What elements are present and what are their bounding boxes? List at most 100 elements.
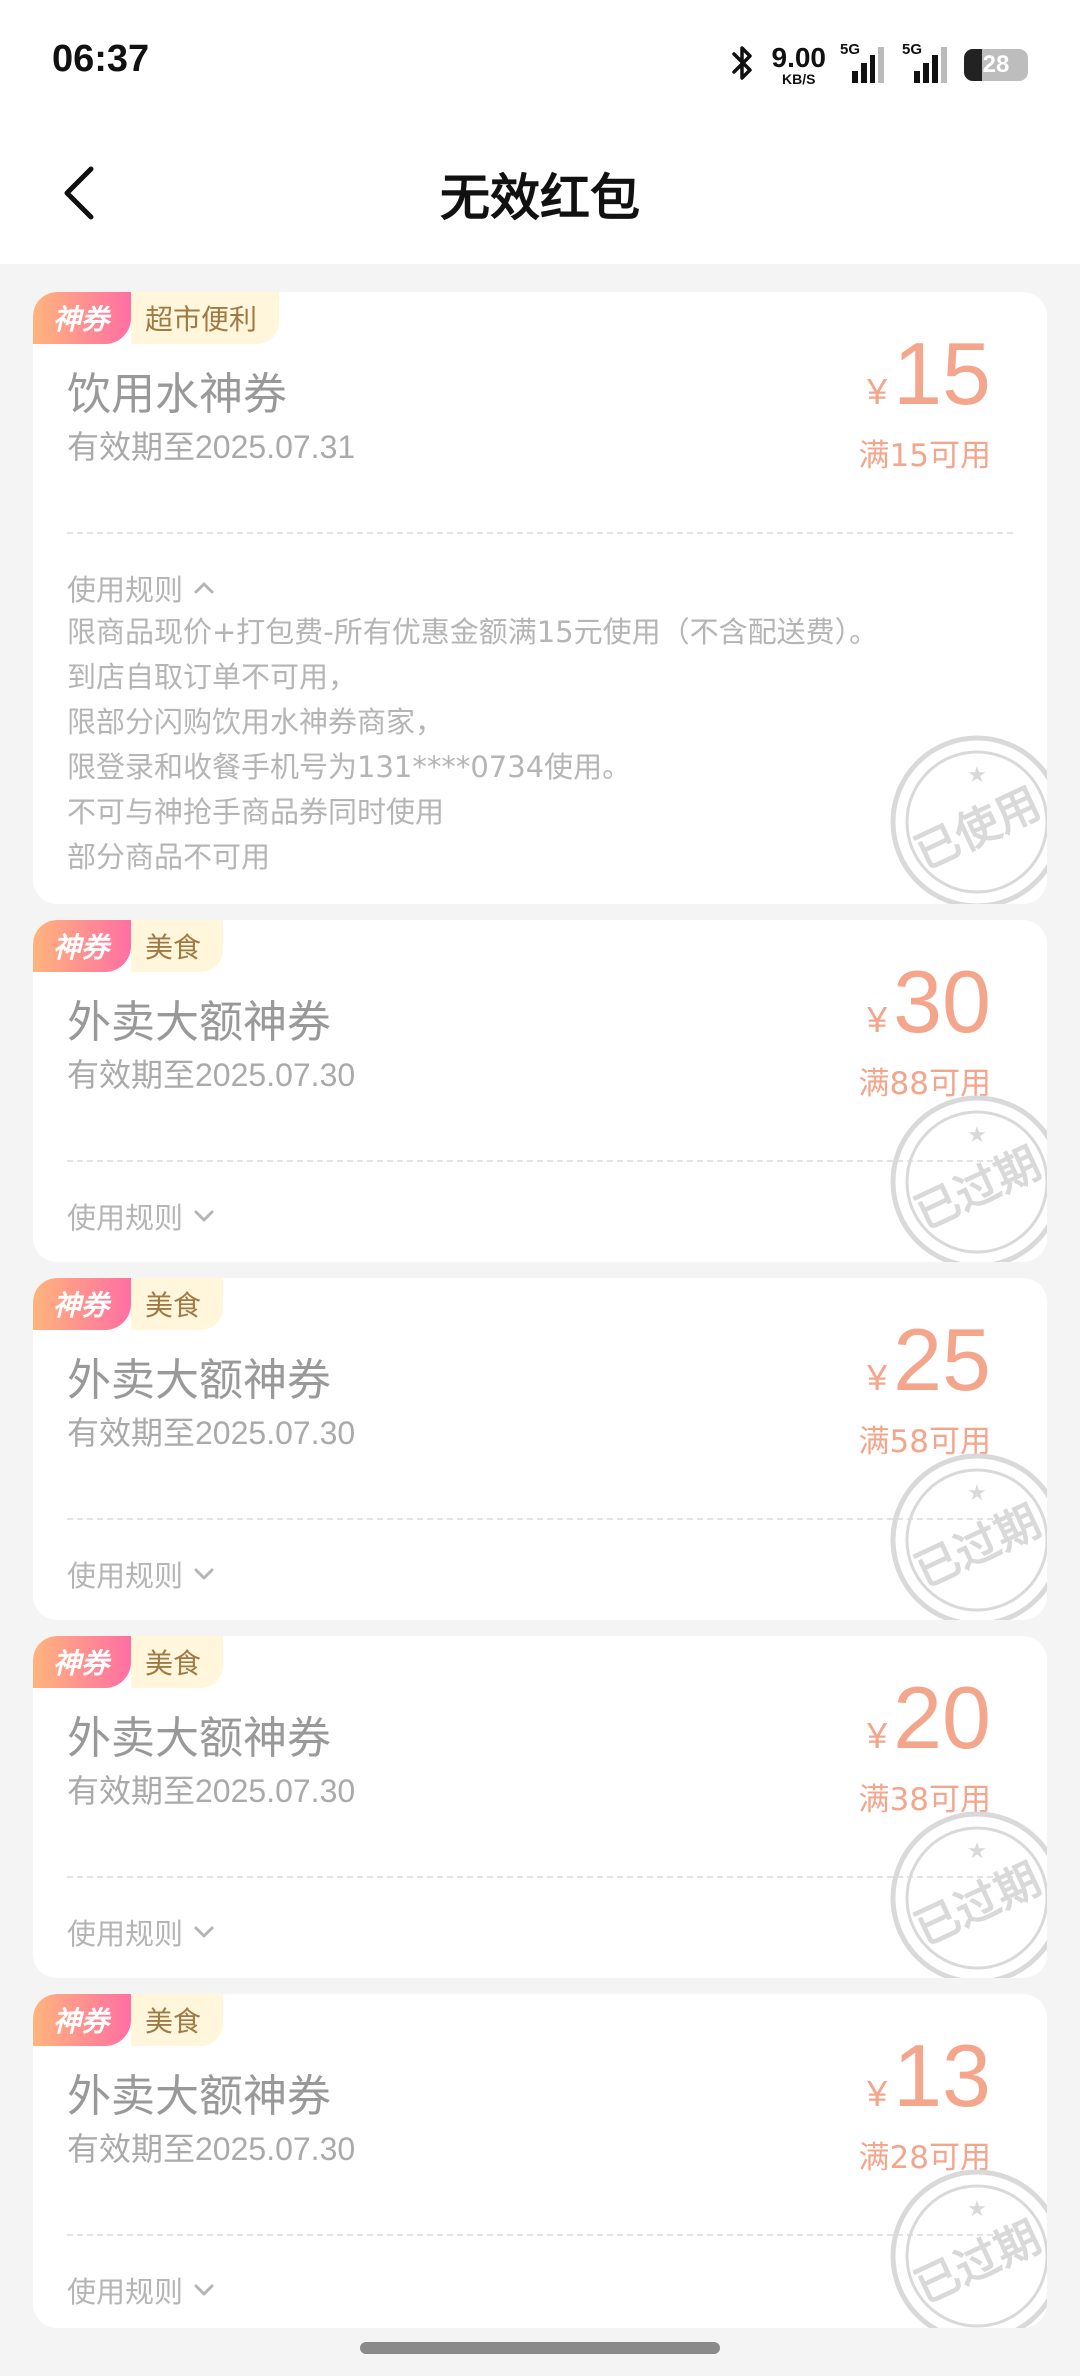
coupon-expiry: 有效期至2025.07.31: [67, 429, 356, 465]
rule-line: 到店自取订单不可用，: [67, 660, 358, 694]
dashed-divider: [67, 1160, 1013, 1162]
rules-toggle[interactable]: 使用规则: [67, 1553, 215, 1595]
coupon-category: 美食: [131, 1636, 224, 1688]
status-icons: 9.00 KB/S 5G 5G 28: [730, 40, 1028, 90]
chevron-up-icon: [194, 582, 214, 594]
bluetooth-icon: [730, 43, 756, 87]
home-indicator[interactable]: [360, 2342, 720, 2354]
coupon-list: 神券 超市便利 饮用水神券 有效期至2025.07.31 ¥ 15 满15可用 …: [33, 292, 1047, 2344]
coupon-price: ¥ 20: [867, 1674, 991, 1762]
coupon-amount: 20: [893, 1668, 991, 1767]
used-stamp-icon: ★ 已使用: [890, 735, 1047, 904]
rules-label: 使用规则: [67, 1559, 184, 1593]
network-speed: 9.00 KB/S: [771, 42, 827, 87]
coupon-expiry: 有效期至2025.07.30: [67, 1773, 356, 1809]
chevron-down-icon: [194, 1210, 214, 1222]
coupon-card[interactable]: 神券 美食 外卖大额神券 有效期至2025.07.30 ¥ 30 满88可用 使…: [33, 920, 1047, 1262]
network-speed-unit: KB/S: [782, 71, 816, 87]
stamp-text: 已过期: [907, 2212, 1047, 2314]
coupon-title: 外卖大额神券: [67, 2071, 331, 2122]
coupon-card[interactable]: 神券 美食 外卖大额神券 有效期至2025.07.30 ¥ 20 满38可用 使…: [33, 1636, 1047, 1978]
coupon-title: 饮用水神券: [67, 369, 287, 420]
currency-symbol: ¥: [867, 1357, 888, 1398]
status-time: 06:37: [52, 38, 150, 80]
chevron-down-icon: [194, 1926, 214, 1938]
coupon-tags: 神券 美食: [33, 920, 224, 972]
rule-line: 限商品现价+打包费-所有优惠金额满15元使用（不含配送费）。: [67, 615, 879, 649]
rule-line: 限登录和收餐手机号为131****0734使用。: [67, 750, 632, 784]
coupon-tag-badge: 神券: [33, 1994, 132, 2046]
coupon-title: 外卖大额神券: [67, 1355, 331, 1406]
chevron-down-icon: [194, 1568, 214, 1580]
coupon-price: ¥ 15: [867, 330, 991, 418]
coupon-price: ¥ 30: [867, 958, 991, 1046]
page-title: 无效红包: [440, 169, 640, 227]
rules-label: 使用规则: [67, 1917, 184, 1951]
sim2-network-label: 5G: [902, 41, 923, 58]
dashed-divider: [67, 1876, 1013, 1878]
coupon-tags: 神券 美食: [33, 1994, 224, 2046]
rules-toggle[interactable]: 使用规则: [67, 1911, 215, 1953]
currency-symbol: ¥: [867, 2073, 888, 2114]
chevron-down-icon: [194, 2284, 214, 2296]
coupon-tags: 神券 超市便利: [33, 292, 280, 344]
coupon-tag-badge: 神券: [33, 920, 132, 972]
battery-icon: 28: [964, 49, 1028, 81]
expired-stamp-icon: ★ 已过期: [890, 1095, 1047, 1262]
status-bar: 06:37 9.00 KB/S 5G 5G 28: [0, 0, 1080, 128]
coupon-card[interactable]: 神券 美食 外卖大额神券 有效期至2025.07.30 ¥ 25 满58可用 使…: [33, 1278, 1047, 1620]
coupon-amount: 30: [893, 952, 991, 1051]
rules-toggle[interactable]: 使用规则: [67, 2269, 215, 2311]
rules-label: 使用规则: [67, 573, 184, 607]
coupon-category: 美食: [131, 1994, 224, 2046]
svg-text:★: ★: [967, 1839, 987, 1864]
rules-label: 使用规则: [67, 1201, 184, 1235]
stamp-text: 已过期: [907, 1138, 1047, 1240]
svg-text:★: ★: [967, 1481, 987, 1506]
coupon-tag-badge: 神券: [33, 1278, 132, 1330]
coupon-price: ¥ 25: [867, 1316, 991, 1404]
coupon-condition: 满15可用: [858, 438, 991, 474]
expired-stamp-icon: ★ 已过期: [890, 1453, 1047, 1620]
expired-stamp-icon: ★ 已过期: [890, 2169, 1047, 2328]
sim1-network-label: 5G: [840, 41, 861, 58]
rules-toggle[interactable]: 使用规则: [67, 1195, 215, 1237]
currency-symbol: ¥: [867, 371, 888, 412]
coupon-tag-badge: 神券: [33, 1636, 132, 1688]
stamp-text: 已使用: [907, 778, 1047, 880]
rule-line: 限部分闪购饮用水神券商家，: [67, 705, 445, 739]
svg-text:★: ★: [967, 1123, 987, 1148]
currency-symbol: ¥: [867, 1715, 888, 1756]
network-speed-value: 9.00: [771, 42, 827, 73]
svg-text:★: ★: [967, 2197, 987, 2222]
battery-level: 28: [982, 51, 1010, 78]
signal-icon: 5G: [840, 41, 884, 83]
coupon-expiry: 有效期至2025.07.30: [67, 1057, 356, 1093]
coupon-price: ¥ 13: [867, 2032, 991, 2120]
coupon-tags: 神券 美食: [33, 1278, 224, 1330]
coupon-tag-badge: 神券: [33, 292, 132, 344]
rule-line: 部分商品不可用: [67, 840, 271, 874]
coupon-category: 美食: [131, 920, 224, 972]
coupon-tags: 神券 美食: [33, 1636, 224, 1688]
rules-body: 限商品现价+打包费-所有优惠金额满15元使用（不含配送费）。 到店自取订单不可用…: [67, 610, 1017, 880]
coupon-category: 美食: [131, 1278, 224, 1330]
coupon-amount: 15: [893, 324, 991, 423]
rules-toggle[interactable]: 使用规则: [67, 567, 215, 609]
coupon-card[interactable]: 神券 超市便利 饮用水神券 有效期至2025.07.31 ¥ 15 满15可用 …: [33, 292, 1047, 904]
stamp-text: 已过期: [907, 1854, 1047, 1956]
dashed-divider: [67, 532, 1013, 534]
rules-label: 使用规则: [67, 2275, 184, 2309]
coupon-amount: 25: [893, 1310, 991, 1409]
expired-stamp-icon: ★ 已过期: [890, 1811, 1047, 1978]
coupon-expiry: 有效期至2025.07.30: [67, 1415, 356, 1451]
coupon-card[interactable]: 神券 美食 外卖大额神券 有效期至2025.07.30 ¥ 13 满28可用 使…: [33, 1994, 1047, 2328]
currency-symbol: ¥: [867, 999, 888, 1040]
coupon-title: 外卖大额神券: [67, 997, 331, 1048]
svg-text:★: ★: [967, 763, 987, 788]
coupon-category: 超市便利: [131, 292, 280, 344]
dashed-divider: [67, 2234, 1013, 2236]
coupon-expiry: 有效期至2025.07.30: [67, 2131, 356, 2167]
stamp-text: 已过期: [907, 1496, 1047, 1598]
coupon-title: 外卖大额神券: [67, 1713, 331, 1764]
